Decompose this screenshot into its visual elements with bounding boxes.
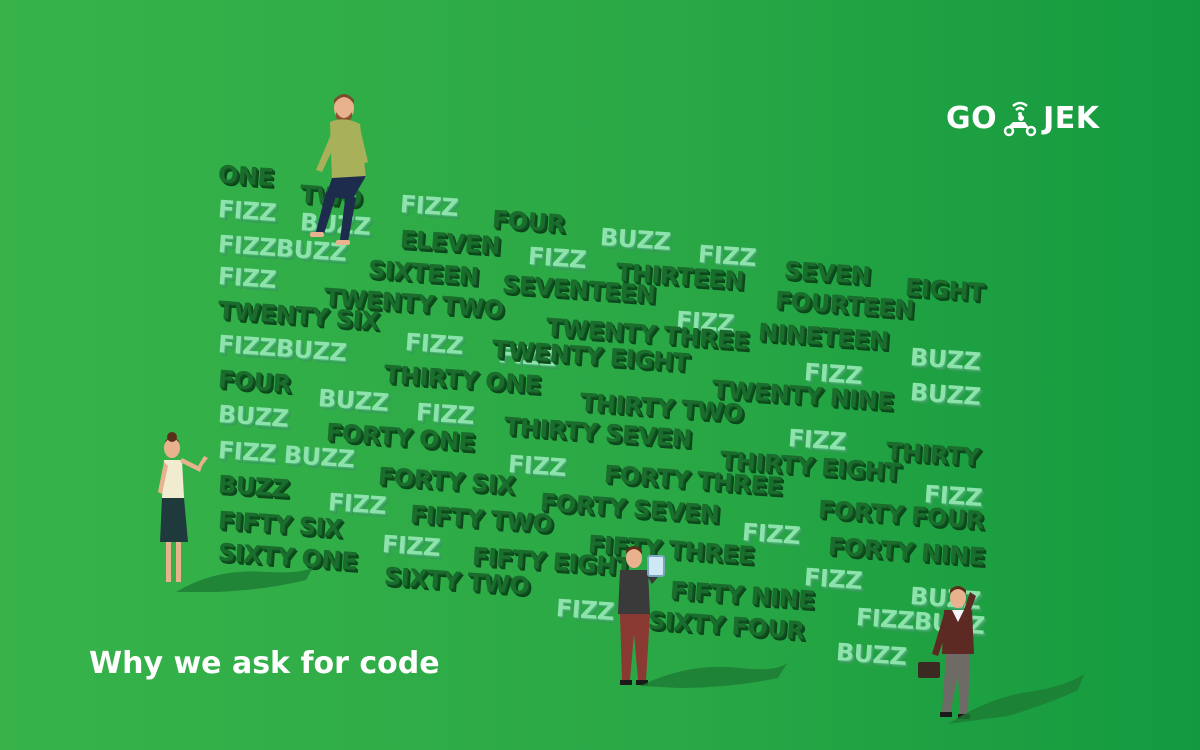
wall-word: SEVEN xyxy=(783,256,872,290)
wall-word: BUZZ xyxy=(599,223,672,256)
wall-word: FIZZ xyxy=(217,262,277,295)
wall-word: FIZZ xyxy=(555,594,615,627)
wall-word: FIFTY SIX xyxy=(217,506,343,543)
logo-text-go: GO xyxy=(946,100,998,136)
wall-word: FIZZ xyxy=(217,195,277,228)
wall-word: BUZZ xyxy=(217,400,290,433)
wall-word: FIZZ xyxy=(527,242,587,275)
wall-word: BUZZ xyxy=(835,638,908,671)
wall-word: ONE xyxy=(217,160,275,192)
wall-word: ELEVEN xyxy=(399,225,501,260)
gojek-logo: GO JEK xyxy=(946,98,1100,138)
wall-word: FIFTY TWO xyxy=(409,500,554,538)
wall-word: FIZZ xyxy=(381,530,441,563)
wall-word: BUZZ xyxy=(909,343,982,376)
page-title: Why we ask for code xyxy=(89,646,440,681)
wall-word: FORTY NINE xyxy=(827,532,986,571)
wall-word: BUZZ xyxy=(909,378,982,411)
wall-word: FOUR xyxy=(217,365,292,399)
tablet-man-shadow xyxy=(640,662,788,688)
businessman-shadow xyxy=(948,674,1084,724)
hero-banner: ONETWOFIZZFOURBUZZFIZZSEVENEIGHTFIZZBUZZ… xyxy=(0,0,1200,750)
wall-word: FIZZ xyxy=(404,328,464,361)
wall-word: FIZZBUZZ xyxy=(217,330,348,367)
wall-word: BUZZ xyxy=(317,384,390,417)
wall-word: SIXTEEN xyxy=(367,255,480,291)
logo-text-jek: JEK xyxy=(1043,100,1100,136)
sitting-man-illustration xyxy=(310,94,368,245)
woman-shadow xyxy=(176,566,314,592)
wall-word: FORTY SIX xyxy=(377,462,516,500)
wall-word: FOUR xyxy=(491,205,566,239)
wall-word: NINETEEN xyxy=(757,318,890,356)
wall-word: FIZZ xyxy=(507,450,567,483)
wall-word: FIZZ xyxy=(399,190,459,223)
scooter-rider-wifi-icon xyxy=(1003,101,1037,137)
wall-word: FOURTEEN xyxy=(774,286,915,324)
wall-word: EIGHT xyxy=(904,273,985,307)
wall-word: BUZZ xyxy=(217,470,290,503)
